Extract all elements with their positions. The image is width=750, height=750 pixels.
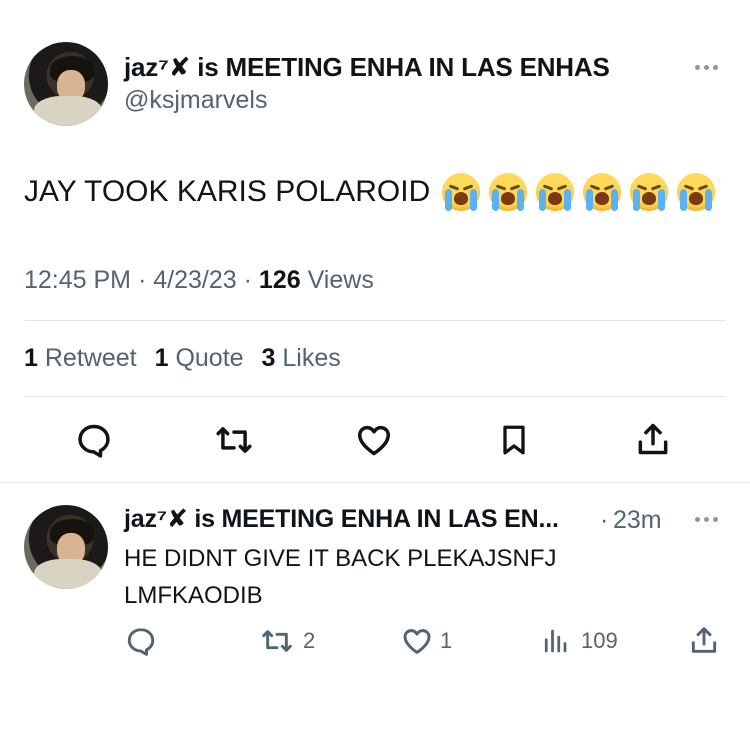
reply-separator: · [600,506,609,534]
reply-text-line: LMFKAODIB [124,582,263,609]
retweets-label: Retweet [44,344,137,372]
quotes-stat[interactable]: 1 Quote [155,344,244,373]
retweet-icon[interactable] [212,420,256,460]
tweet-body: JAY TOOK KARIS POLAROID [24,175,431,208]
share-icon[interactable] [687,622,721,658]
reply-time[interactable]: 23m [613,506,662,535]
reply-icon[interactable] [74,420,114,460]
reply-view-count: 109 [581,628,618,653]
reply-display-name[interactable]: jaz⁷✘ is MEETING ENHA IN LAS EN... [124,504,559,534]
crying-face-emoji [630,173,669,211]
tweet-date[interactable]: 4/23/23 [153,266,236,294]
share-icon[interactable] [633,418,673,460]
crying-face-emoji [442,173,481,211]
avatar[interactable] [24,42,108,126]
likes-count: 3 [261,344,276,372]
reply-text: HE DIDNT GIVE IT BACK PLEKAJSNFJ LMFKAOD… [124,540,684,614]
display-name[interactable]: jaz⁷✘ is MEETING ENHA IN LAS ENHAS [124,52,610,83]
divider [0,482,750,483]
views-label: Views [307,266,374,294]
tweet-meta: 12:45 PM · 4/23/23 · 126 Views [24,266,374,295]
heart-icon[interactable] [354,420,394,460]
more-icon[interactable] [695,65,718,70]
crying-face-emoji [583,173,622,211]
reply-like-count: 1 [440,628,453,653]
bookmark-icon[interactable] [494,420,534,460]
retweets-count: 1 [24,344,38,372]
reply-icon[interactable] [124,624,158,658]
crying-face-emoji [489,173,528,211]
tweet-text: JAY TOOK KARIS POLAROID [24,173,716,211]
emoji-row [442,173,716,211]
meta-separator: · [243,266,252,294]
views-count: 126 [258,266,301,294]
quotes-count: 1 [154,344,169,372]
meta-separator: · [137,266,147,294]
more-icon[interactable] [695,517,718,522]
reply-retweet-count: 2 [303,628,316,653]
reply-text-line: HE DIDNT GIVE IT BACK PLEKAJSNFJ [124,545,557,572]
views-icon[interactable] [539,624,571,658]
likes-stat[interactable]: 3 Likes [262,344,341,373]
crying-face-emoji [677,173,716,211]
tweet-time[interactable]: 12:45 PM [24,266,131,294]
avatar[interactable] [24,505,108,589]
quotes-label: Quote [175,344,244,372]
divider [24,396,726,397]
retweet-icon[interactable] [258,624,296,658]
handle[interactable]: @ksjmarvels [124,86,267,115]
likes-label: Likes [282,344,341,372]
engagement-stats: 1 Retweet 1 Quote 3 Likes [24,344,341,373]
retweets-stat[interactable]: 1 Retweet [24,344,137,373]
heart-icon[interactable] [400,624,434,658]
divider [24,320,726,321]
crying-face-emoji [536,173,575,211]
